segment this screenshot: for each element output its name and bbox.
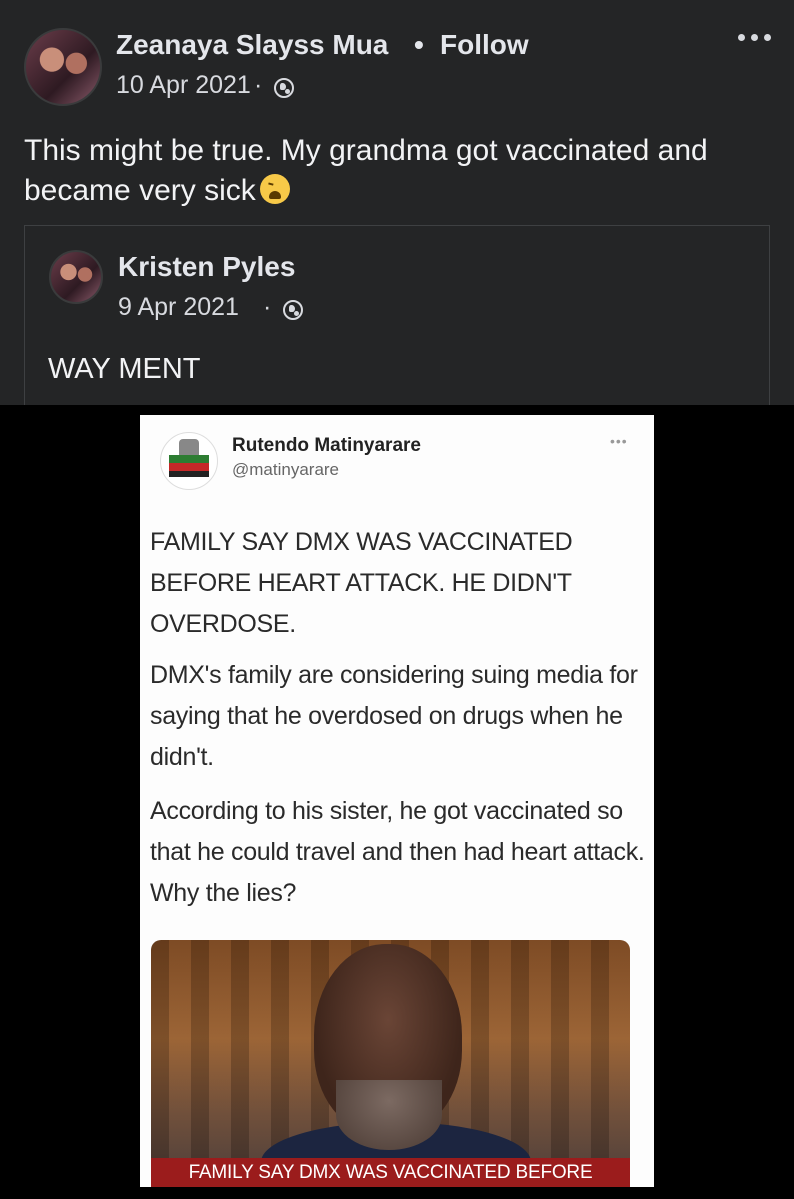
shared-image[interactable]: Rutendo Matinyarare @matinyarare ••• FAM… xyxy=(0,405,794,1199)
globe-icon xyxy=(274,78,294,98)
shared-post-date[interactable]: 9 Apr 2021 xyxy=(118,293,239,322)
post-text-content: This might be true. My grandma got vacci… xyxy=(24,134,708,207)
shared-post-text: WAY MENT xyxy=(48,353,201,385)
shared-date-separator: · xyxy=(263,293,272,321)
weary-face-emoji-icon xyxy=(259,174,290,204)
follow-button[interactable]: Follow xyxy=(440,29,529,61)
person-beard xyxy=(336,1080,442,1150)
photo-caption: FAMILY SAY DMX WAS VACCINATED BEFORE xyxy=(151,1158,630,1187)
tweet-photo: FAMILY SAY DMX WAS VACCINATED BEFORE xyxy=(151,940,630,1187)
shared-author-avatar[interactable] xyxy=(49,250,103,304)
more-options-icon[interactable] xyxy=(735,28,775,48)
tweet-author-name: Rutendo Matinyarare xyxy=(232,435,421,456)
shared-author-name[interactable]: Kristen Pyles xyxy=(118,251,295,283)
tweet-paragraph: According to his sister, he got vaccinat… xyxy=(150,797,645,907)
tweet-avatar xyxy=(160,432,218,490)
date-separator: · xyxy=(254,71,263,99)
author-avatar[interactable] xyxy=(24,28,102,106)
shared-post[interactable]: Kristen Pyles 9 Apr 2021 · WAY MENT xyxy=(24,225,770,405)
tweet-paragraph: FAMILY SAY DMX WAS VACCINATED BEFORE HEA… xyxy=(150,528,573,638)
tweet-screenshot: Rutendo Matinyarare @matinyarare ••• FAM… xyxy=(140,415,654,1187)
post-date[interactable]: 10 Apr 2021 xyxy=(116,71,251,100)
globe-icon xyxy=(283,300,303,320)
post-text: This might be true. My grandma got vacci… xyxy=(24,131,764,211)
tweet-paragraph: DMX's family are considering suing media… xyxy=(150,661,638,771)
header-separator: • xyxy=(414,29,424,60)
tweet-author-handle: @matinyarare xyxy=(232,460,340,479)
tweet-more-icon: ••• xyxy=(610,433,628,449)
facebook-post: Zeanaya Slayss Mua • Follow 10 Apr 2021 … xyxy=(0,0,794,405)
author-name[interactable]: Zeanaya Slayss Mua xyxy=(116,29,388,61)
